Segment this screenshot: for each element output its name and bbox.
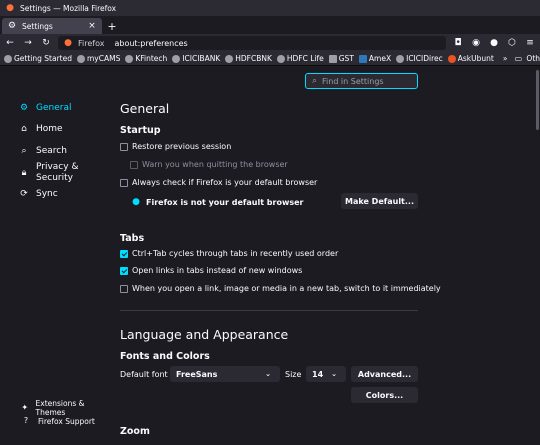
firefox-window: ● Settings — Mozilla Firefox ⚙ Settings … — [0, 0, 540, 445]
settings-page: ⚙ General ⌂ Home ⌕ Search 🔒︎ Privacy & S… — [0, 66, 540, 445]
close-icon[interactable]: × — [86, 20, 98, 32]
settings-sidebar: ⚙ General ⌂ Home ⌕ Search 🔒︎ Privacy & S… — [0, 66, 100, 445]
sidebar-item-sync[interactable]: ⟳ Sync — [18, 188, 57, 200]
bookmark-item[interactable]: ICICIDirec — [396, 54, 443, 63]
font-size-select[interactable]: 14 ⌄ — [306, 366, 346, 382]
bookmark-item[interactable]: AmeX — [358, 54, 391, 63]
nav-bar: ← → ↻ ● Firefox about:preferences ◘ ◉ ● … — [0, 34, 540, 52]
default-browser-checkbox[interactable]: Always check if Firefox is your default … — [120, 178, 317, 187]
bookmark-item[interactable]: HDFCBNK — [225, 54, 272, 63]
default-browser-status: ● Firefox is not your default browser — [130, 196, 303, 208]
checkbox-checked[interactable] — [120, 249, 128, 258]
checkbox[interactable] — [120, 284, 128, 293]
other-bookmarks[interactable]: ▭Other Bookmarks — [512, 53, 540, 65]
account-icon[interactable]: ● — [488, 37, 500, 49]
pocket-icon[interactable]: ◘ — [452, 37, 464, 49]
bookmarks-overflow-icon[interactable]: » — [503, 54, 508, 63]
chevron-down-icon: ⌄ — [331, 369, 337, 378]
gear-icon: ⚙ — [7, 20, 17, 31]
size-label: Size — [285, 370, 302, 379]
page-title: General — [120, 101, 170, 116]
tab-strip: ⚙ Settings × + — [0, 16, 540, 34]
switch-tab-checkbox[interactable]: When you open a link, image or media in … — [120, 284, 441, 293]
sidebar-item-search[interactable]: ⌕ Search — [18, 145, 66, 157]
open-links-checkbox[interactable]: Open links in tabs instead of new window… — [120, 266, 302, 275]
bookmark-item[interactable]: Getting Started — [4, 54, 72, 63]
extensions-icon[interactable]: ⬡ — [506, 37, 518, 49]
menu-icon[interactable]: ≡ — [524, 37, 536, 49]
askubuntu-icon — [447, 54, 456, 63]
globe-icon — [276, 54, 285, 63]
chevron-down-icon: ⌄ — [265, 369, 271, 378]
warn-quit-checkbox: Warn you when quitting the browser — [130, 160, 288, 169]
default-font-label: Default font — [120, 370, 168, 379]
checkbox — [130, 160, 138, 169]
home-icon: ⌂ — [21, 123, 27, 134]
search-icon: ⌕ — [311, 75, 318, 86]
back-icon[interactable]: ← — [4, 37, 16, 49]
globe-icon — [396, 54, 405, 63]
checkbox-checked[interactable] — [120, 266, 128, 275]
language-title: Language and Appearance — [120, 327, 289, 342]
lock-icon: 🔒︎ — [21, 167, 27, 178]
globe-icon — [4, 54, 12, 63]
extension-icon[interactable]: ◉ — [470, 37, 482, 49]
search-placeholder: Find in Settings — [322, 76, 384, 86]
tabs-heading: Tabs — [120, 233, 145, 244]
fonts-heading: Fonts and Colors — [120, 351, 210, 362]
url-text[interactable]: about:preferences — [114, 39, 187, 48]
sidebar-item-home[interactable]: ⌂ Home — [18, 123, 62, 135]
zoom-heading: Zoom — [120, 426, 150, 437]
search-input[interactable]: ⌕ Find in Settings — [305, 73, 418, 89]
tab-settings[interactable]: ⚙ Settings × — [2, 18, 102, 34]
default-font-select[interactable]: FreeSans ⌄ — [170, 366, 280, 382]
bookmark-item[interactable]: KFintech — [125, 54, 167, 63]
bookmark-item[interactable]: HDFC Life — [276, 54, 324, 63]
globe-icon — [77, 54, 85, 63]
bookmark-item[interactable]: ICICIBANK — [172, 54, 220, 63]
restore-session-checkbox[interactable]: Restore previous session — [120, 142, 231, 151]
tab-label: Settings — [22, 21, 53, 31]
kfintech-icon — [125, 54, 134, 63]
folder-icon: ▭ — [514, 53, 523, 63]
startup-heading: Startup — [120, 125, 161, 136]
advanced-fonts-button[interactable]: Advanced... — [351, 366, 418, 382]
help-icon: ? — [23, 416, 29, 425]
ctrl-tab-checkbox[interactable]: Ctrl+Tab cycles through tabs in recently… — [120, 249, 338, 258]
reload-icon[interactable]: ↻ — [40, 37, 52, 49]
bookmark-item[interactable]: GST — [328, 54, 354, 63]
url-bar[interactable]: ● Firefox about:preferences — [58, 36, 446, 50]
scrollbar-thumb[interactable] — [536, 70, 539, 130]
new-tab-icon[interactable]: + — [106, 20, 118, 32]
gear-icon: ⚙ — [19, 102, 29, 113]
checkbox[interactable] — [120, 142, 128, 151]
section-divider — [120, 310, 418, 311]
sidebar-item-general[interactable]: ⚙ General — [18, 102, 72, 114]
globe-icon — [225, 54, 234, 63]
bookmark-item[interactable]: myCAMS — [77, 54, 120, 63]
checkbox[interactable] — [120, 178, 128, 187]
globe-icon — [172, 54, 181, 63]
amex-icon — [358, 54, 367, 63]
make-default-button[interactable]: Make Default... — [341, 193, 418, 209]
bookmark-item[interactable]: AskUbunt — [447, 54, 494, 63]
firefox-identity-icon: ● — [64, 37, 72, 48]
bookmarks-toolbar: Getting Started myCAMS KFintech ICICIBAN… — [0, 52, 540, 66]
gst-icon — [328, 54, 337, 63]
window-title: Settings — Mozilla Firefox — [20, 3, 117, 13]
sidebar-firefox-support[interactable]: ? Firefox Support — [20, 415, 95, 427]
identity-label: Firefox — [78, 38, 105, 48]
puzzle-icon: ✦ — [21, 403, 29, 412]
title-bar: ● Settings — Mozilla Firefox — [0, 0, 540, 16]
forward-icon[interactable]: → — [22, 37, 34, 49]
sidebar-item-privacy[interactable]: 🔒︎ Privacy & Security — [18, 162, 79, 184]
firefox-logo-icon: ● — [132, 196, 140, 207]
search-icon: ⌕ — [21, 145, 27, 156]
sync-icon: ⟳ — [20, 188, 28, 199]
colors-button[interactable]: Colors... — [351, 387, 418, 403]
firefox-logo-icon: ● — [6, 2, 14, 13]
